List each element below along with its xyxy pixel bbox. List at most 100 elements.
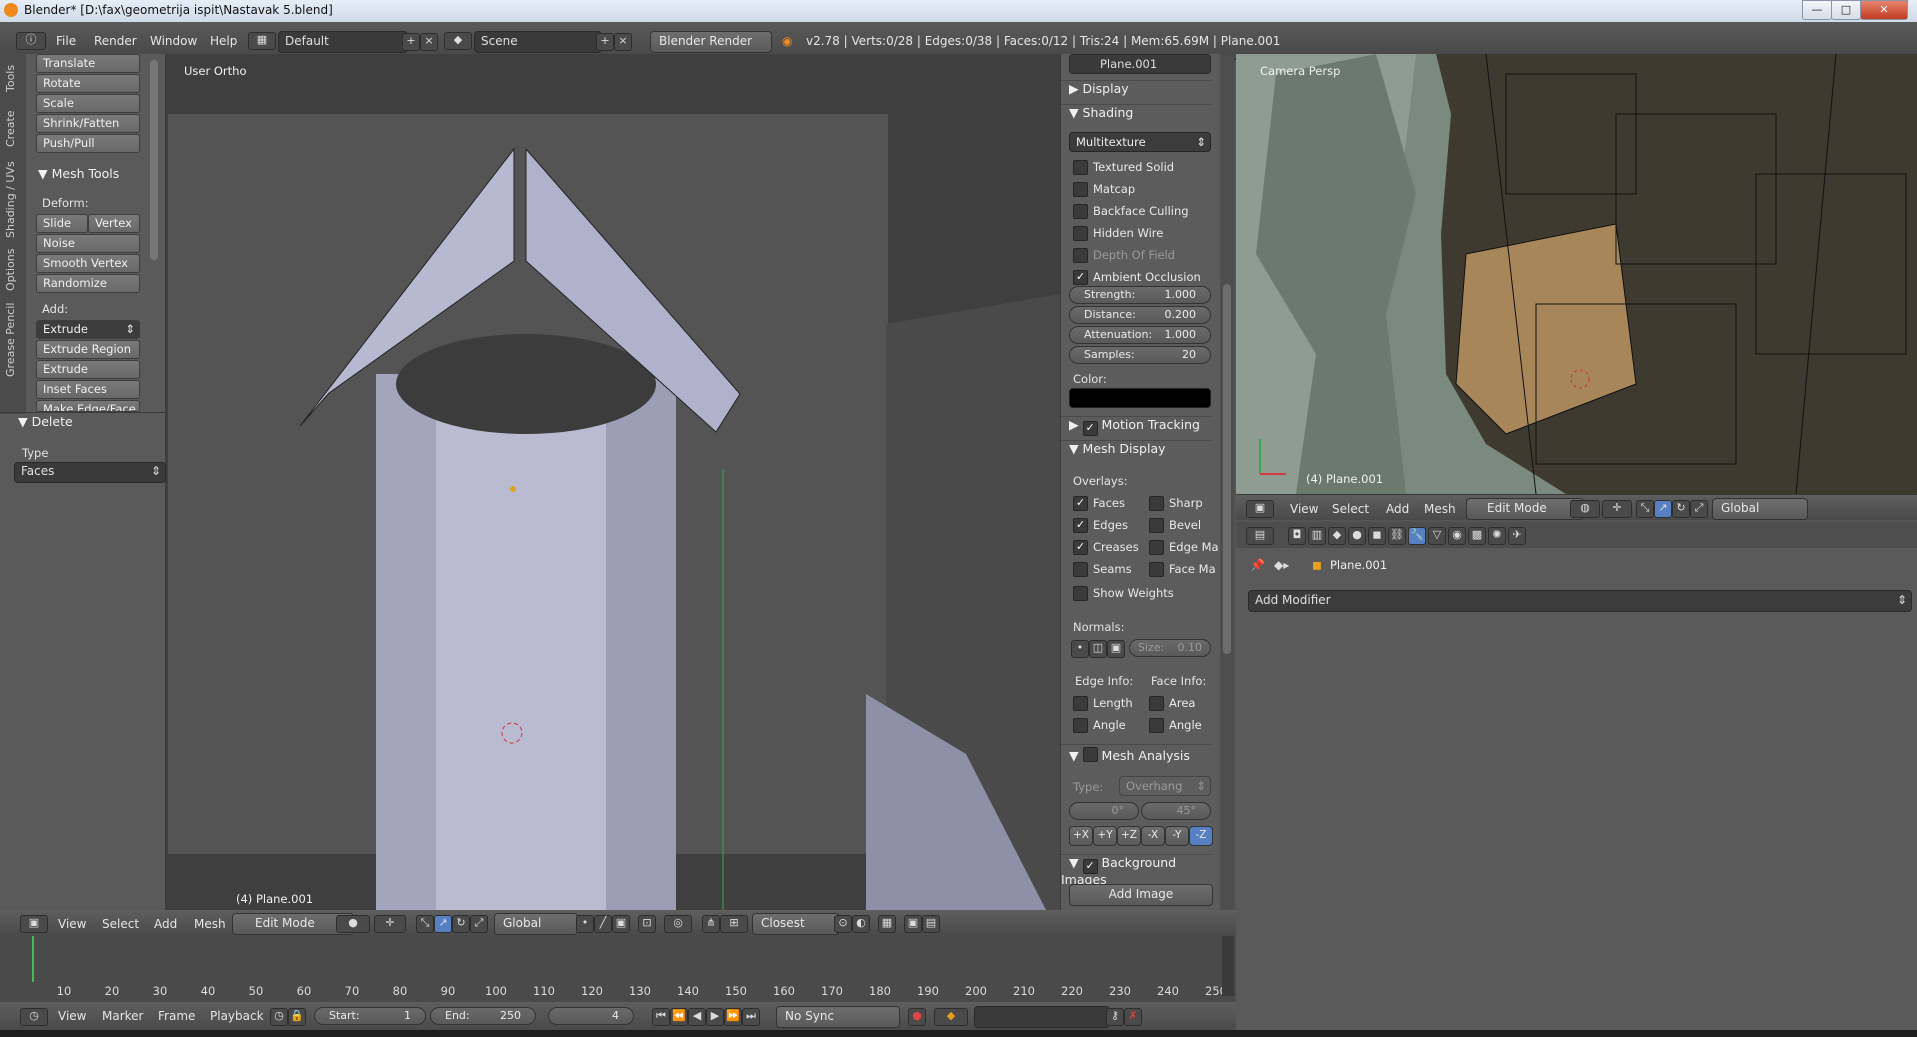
shading-checkbox[interactable] — [1073, 226, 1088, 241]
layers-tab-icon[interactable]: ▥ — [1308, 527, 1326, 545]
occlude-geometry-icon[interactable]: ⊡ — [638, 915, 656, 933]
axis-button[interactable]: +Z — [1117, 826, 1141, 846]
delete-keyframe-icon[interactable]: ✗ — [1124, 1008, 1142, 1026]
render-preview-icon[interactable]: ▦ — [878, 915, 896, 933]
motion-tracking-panel-header[interactable]: ▶ ✓ Motion Tracking — [1061, 416, 1211, 439]
menu-render[interactable]: Render — [94, 34, 137, 48]
background-images-panel-header[interactable]: ▼ ✓ Background Images — [1061, 854, 1211, 887]
modifiers-tab-icon[interactable]: 🔧 — [1408, 527, 1426, 545]
menu-window[interactable]: Window — [150, 34, 197, 48]
viewport-shading-icon[interactable]: ● — [336, 915, 370, 933]
object-tab-icon[interactable]: ◼ — [1368, 527, 1386, 545]
editor-type-icon[interactable]: ⓘ — [16, 32, 46, 50]
axis-button[interactable]: -Z — [1189, 826, 1213, 846]
display-panel-header[interactable]: ▶ Display — [1061, 80, 1211, 103]
normal-size-slider[interactable]: Size: 0.10 — [1129, 639, 1211, 657]
scene-add-icon[interactable]: + — [596, 33, 614, 51]
sync-mode-select[interactable]: No Sync — [776, 1006, 900, 1028]
camera-menu-select[interactable]: Select — [1332, 502, 1369, 516]
split-normals-icon[interactable]: ◫ — [1089, 640, 1107, 658]
camera-menu-add[interactable]: Add — [1386, 502, 1409, 516]
insert-keyframe-icon[interactable]: ⚷ — [1106, 1008, 1124, 1026]
scene-remove-icon[interactable]: × — [614, 33, 632, 51]
shading-mode-select[interactable]: Multitexture ⇕ — [1069, 132, 1211, 152]
tab-create[interactable]: Create — [4, 104, 22, 154]
snap-option-icon[interactable]: ⊙ — [834, 915, 852, 933]
face-marks-checkbox[interactable] — [1149, 562, 1164, 577]
show-weights-checkbox[interactable] — [1073, 586, 1088, 601]
tab-shading-uvs[interactable]: Shading / UVs — [4, 160, 22, 240]
ao-color-swatch[interactable] — [1069, 388, 1211, 408]
start-frame-field[interactable]: Start: 1 — [314, 1007, 426, 1025]
edges-checkbox[interactable]: ✓ — [1073, 518, 1088, 533]
extrude-select[interactable]: Extrude ⇕ — [36, 320, 140, 339]
material-tab-icon[interactable]: ◉ — [1448, 527, 1466, 545]
properties-editor-icon[interactable]: ▤ — [1246, 527, 1274, 545]
noise-button[interactable]: Noise — [36, 234, 140, 253]
scroll-thumb[interactable] — [1223, 284, 1231, 654]
overhang-max-slider[interactable]: 45° — [1141, 802, 1211, 820]
main-3d-viewport[interactable]: User Ortho (4) Plane.001 — [166, 54, 1060, 910]
mesh-tools-panel-header[interactable]: ▼ Mesh Tools — [38, 166, 119, 181]
timeline[interactable]: 10 20 30 40 50 60 70 80 90 100 110 120 130 140 150 160 1… — [0, 936, 1236, 1002]
render-tab-icon[interactable]: ◘ — [1288, 527, 1306, 545]
vp-orientation-select[interactable]: Global — [494, 913, 578, 935]
creases-checkbox[interactable]: ✓ — [1073, 540, 1088, 555]
viewport-shading-icon[interactable]: ◍ — [1570, 500, 1600, 518]
shading-checkbox[interactable] — [1073, 160, 1088, 175]
current-frame-line[interactable] — [32, 936, 34, 982]
translate-button[interactable]: Translate — [36, 54, 140, 73]
edge-marks-checkbox[interactable] — [1149, 540, 1164, 555]
jump-keyframe-back-icon[interactable]: ⏪ — [670, 1008, 688, 1026]
opengl-render-icon[interactable]: ▣ — [904, 915, 922, 933]
snap-element-icon[interactable]: ⊞ — [720, 915, 748, 933]
shading-checkbox[interactable]: ✓ — [1073, 270, 1088, 285]
extrude-individual-button[interactable]: Extrude Individual — [36, 360, 140, 393]
record-icon[interactable]: ● — [908, 1008, 926, 1026]
overhang-min-slider[interactable]: 0° — [1069, 802, 1139, 820]
rotate-manipulator-icon[interactable]: ↻ — [1672, 500, 1690, 518]
editor-type-icon[interactable]: ◷ — [20, 1008, 48, 1026]
scene-icon[interactable]: ◆ — [444, 32, 472, 50]
play-icon[interactable]: ▶ — [706, 1008, 724, 1026]
camera-mode-select[interactable]: Edit Mode — [1466, 498, 1584, 520]
tl-menu-playback[interactable]: Playback — [210, 1009, 264, 1023]
axis-button[interactable]: +X — [1069, 826, 1093, 846]
texture-tab-icon[interactable]: ▩ — [1468, 527, 1486, 545]
axis-button[interactable]: -Y — [1165, 826, 1189, 846]
pin-icon[interactable]: 📌 — [1250, 558, 1265, 572]
camera-viewport[interactable]: Camera Persp (4) Plane.001 — [1236, 54, 1917, 494]
samples-slider[interactable]: Samples: 20 — [1069, 346, 1211, 364]
delete-type-select[interactable]: Faces ⇕ — [14, 462, 166, 483]
motion-tracking-checkbox[interactable]: ✓ — [1082, 421, 1098, 436]
pivot-icon[interactable]: ✛ — [1602, 500, 1632, 518]
snap-toggle-icon[interactable]: ⋔ — [702, 915, 720, 933]
tl-menu-marker[interactable]: Marker — [102, 1009, 143, 1023]
vp-menu-select[interactable]: Select — [102, 917, 139, 931]
end-frame-field[interactable]: End: 250 — [430, 1007, 536, 1025]
vertex-select-icon[interactable]: • — [576, 915, 594, 933]
constraints-tab-icon[interactable]: ⛓ — [1388, 527, 1406, 545]
maximize-button[interactable]: □ — [1831, 0, 1861, 20]
menu-help[interactable]: Help — [210, 34, 237, 48]
attenuation-slider[interactable]: Attenuation: 1.000 — [1069, 326, 1211, 344]
mesh-analysis-checkbox[interactable] — [1082, 747, 1098, 762]
pivot-icon[interactable]: ✛ — [374, 915, 406, 933]
vp-menu-view[interactable]: View — [58, 917, 86, 931]
editor-type-icon[interactable]: ▣ — [20, 915, 48, 933]
camera-menu-view[interactable]: View — [1290, 502, 1318, 516]
face-normals-icon[interactable]: ▣ — [1107, 640, 1125, 658]
add-modifier-select[interactable]: Add Modifier ⇕ — [1248, 590, 1912, 612]
scale-button[interactable]: Scale — [36, 94, 140, 113]
data-tab-icon[interactable]: ▽ — [1428, 527, 1446, 545]
bevel-checkbox[interactable] — [1149, 518, 1164, 533]
add-image-button[interactable]: Add Image — [1069, 884, 1213, 906]
tool-shelf-scrollbar[interactable] — [150, 60, 158, 260]
editor-type-icon[interactable]: ▣ — [1246, 500, 1274, 518]
layout-grid-icon[interactable]: ▦ — [248, 32, 276, 50]
current-frame-field[interactable]: 4 — [548, 1007, 634, 1025]
distance-slider[interactable]: Distance: 0.200 — [1069, 306, 1211, 324]
strength-slider[interactable]: Strength: 1.000 — [1069, 286, 1211, 304]
shading-panel-header[interactable]: ▼ Shading — [1061, 104, 1211, 127]
lock-icon[interactable]: 🔒 — [288, 1008, 306, 1026]
